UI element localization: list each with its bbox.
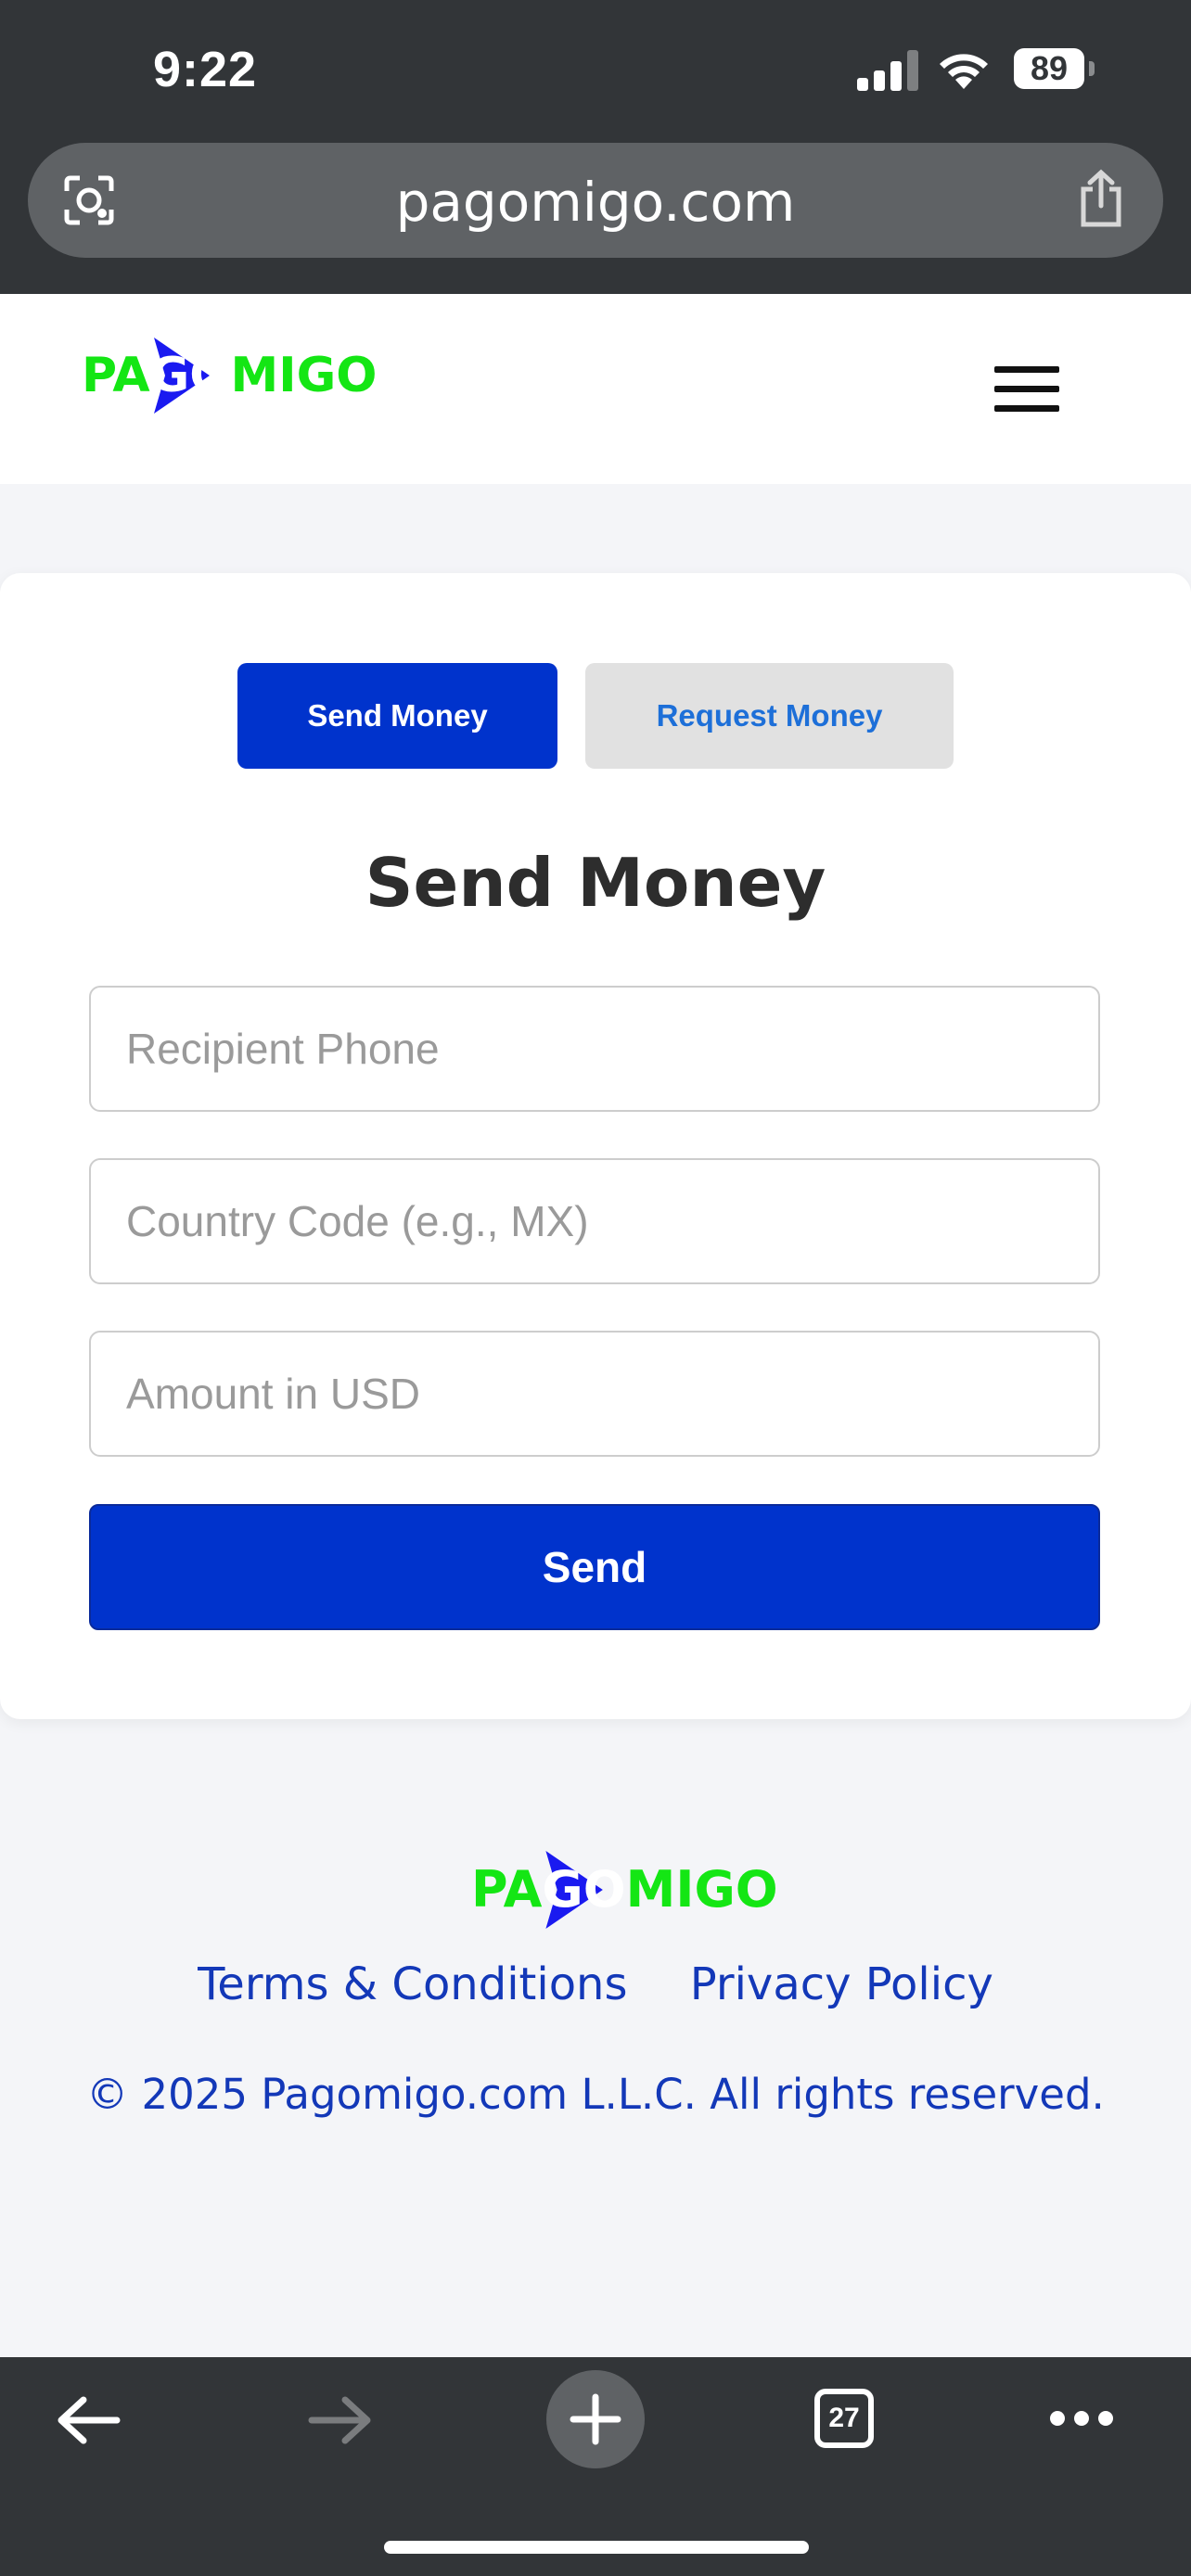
logo-text-left: PA	[471, 1860, 543, 1919]
logo-text-middle: GO	[149, 348, 231, 403]
form-title: Send Money	[365, 844, 826, 922]
status-bar: 9:22 89	[0, 0, 1191, 148]
logo-text-right: MIGO	[625, 1860, 778, 1919]
new-tab-button[interactable]	[546, 2370, 645, 2468]
menu-button[interactable]	[994, 366, 1059, 413]
terms-link[interactable]: Terms & Conditions	[198, 1958, 627, 2010]
more-options-icon[interactable]	[1048, 2409, 1115, 2428]
logo-text-right: MIGO	[230, 348, 378, 403]
tab-send-money[interactable]: Send Money	[237, 663, 557, 769]
battery-tip	[1089, 61, 1095, 76]
back-arrow-icon[interactable]	[56, 2394, 121, 2446]
address-bar[interactable]: pagomigo.com	[28, 143, 1163, 258]
wifi-icon	[940, 54, 988, 89]
plus-icon	[570, 2393, 621, 2445]
tabs-count-button[interactable]: 27	[814, 2389, 874, 2448]
footer-links: Terms & Conditions Privacy Policy	[0, 1958, 1191, 2010]
copyright-text: © 2025 Pagomigo.com L.L.C. All rights re…	[86, 2070, 1105, 2119]
cellular-signal-icon	[857, 48, 918, 91]
share-icon[interactable]	[1076, 169, 1126, 228]
logo-text-middle: GO	[542, 1860, 626, 1919]
forward-arrow-icon[interactable]	[308, 2394, 373, 2446]
url-text: pagomigo.com	[395, 171, 796, 234]
logo-text-left: PA	[82, 348, 150, 403]
send-money-card: Send Money Request Money Send Money Send	[0, 573, 1191, 1719]
pagomigo-logo[interactable]: PA GO MIGO	[82, 338, 378, 414]
hamburger-line	[994, 366, 1059, 373]
hamburger-line	[994, 405, 1059, 412]
battery-level: 89	[1014, 48, 1084, 89]
privacy-link[interactable]: Privacy Policy	[690, 1958, 993, 2010]
logo-mark: GO	[149, 338, 231, 414]
browser-bottom-toolbar: 27	[0, 2357, 1191, 2576]
send-button[interactable]: Send	[89, 1504, 1100, 1630]
hamburger-line	[994, 386, 1059, 392]
tab-request-money[interactable]: Request Money	[585, 663, 954, 769]
footer-logo[interactable]: PA GO MIGO	[471, 1850, 778, 1929]
home-indicator[interactable]	[384, 2541, 809, 2554]
site-header: PA GO MIGO	[0, 294, 1191, 484]
status-time: 9:22	[153, 42, 258, 97]
logo-mark: GO	[542, 1850, 626, 1929]
country-code-input[interactable]	[89, 1158, 1100, 1284]
recipient-phone-input[interactable]	[89, 986, 1100, 1112]
amount-usd-input[interactable]	[89, 1331, 1100, 1457]
